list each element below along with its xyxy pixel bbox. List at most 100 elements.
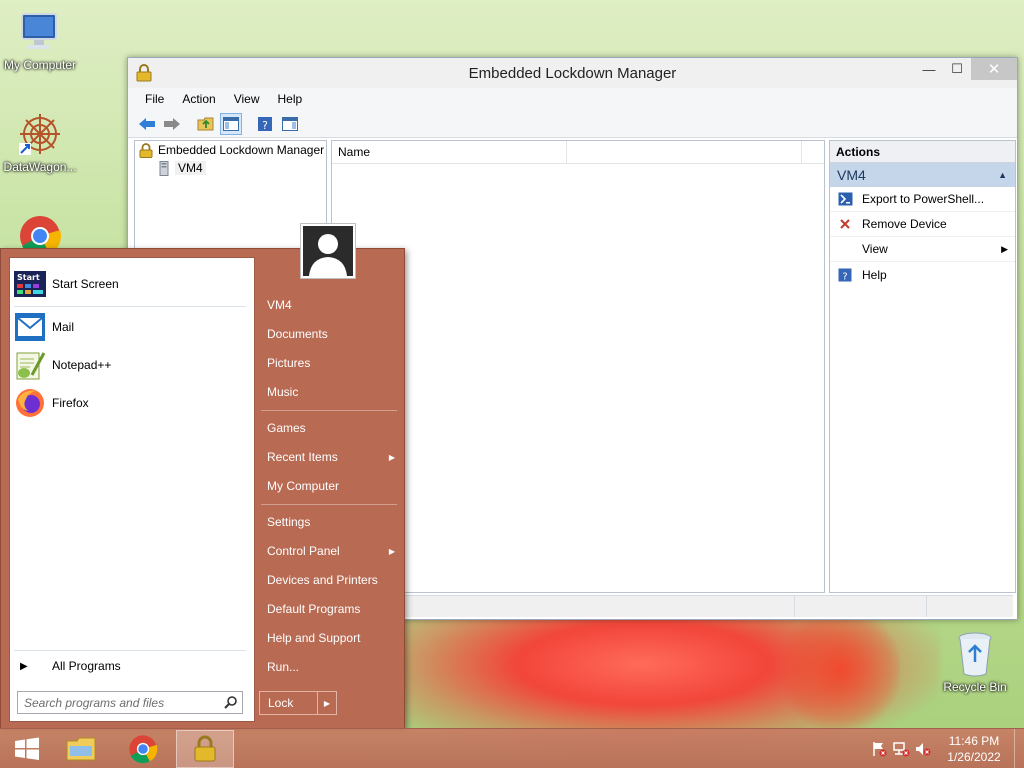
start-menu: Start Start Screen Mail Notepad++ Firefo… [0,248,405,730]
all-programs-button[interactable]: ▶ All Programs [14,654,250,678]
desktop-icon-datawagon[interactable]: DataWagon... [0,110,80,174]
search-programs-input[interactable]: Search programs and files [17,691,243,714]
action-view[interactable]: View ▶ [830,237,1015,262]
clock-time: 11:46 PM [948,734,1000,748]
datawagon-icon [16,110,64,158]
start-item-start-screen[interactable]: Start Start Screen [14,266,250,302]
link-label: Recent Items [267,450,338,464]
start-item-mail[interactable]: Mail [14,309,250,345]
desktop-icon-label: DataWagon... [3,160,77,174]
link-label: My Computer [267,479,340,493]
volume-muted-icon[interactable] [912,738,934,760]
link-label: Default Programs [267,602,361,616]
status-segment [795,596,928,617]
menu-file[interactable]: File [136,92,173,106]
start-link-devices-printers[interactable]: Devices and Printers [267,570,399,590]
network-icon[interactable] [890,738,912,760]
menu-action[interactable]: Action [173,92,224,106]
desktop-icon-my-computer[interactable]: My Computer [0,8,80,72]
column-header-name[interactable]: Name [332,141,567,163]
device-icon [159,160,169,176]
tree-root-label: Embedded Lockdown Manager [158,143,325,157]
menu-view[interactable]: View [225,92,269,106]
start-button[interactable] [0,730,54,768]
submenu-arrow-icon: ▶ [388,452,395,462]
back-button[interactable] [136,113,158,135]
forward-button[interactable] [161,113,183,135]
computer-icon [16,8,64,56]
desktop-icon-recycle-bin[interactable]: Recycle Bin [935,630,1015,694]
maximize-icon: ☐ [951,61,963,76]
start-link-default-programs[interactable]: Default Programs [267,599,399,619]
notepadpp-icon [14,349,46,381]
start-link-settings[interactable]: Settings [267,512,399,532]
column-header-blank[interactable] [567,141,802,163]
lock-icon [194,735,216,762]
menu-help[interactable]: Help [269,92,312,106]
link-label: Devices and Printers [267,573,378,587]
start-link-my-computer[interactable]: My Computer [267,476,399,496]
menu-bar: File Action View Help [128,88,1017,110]
tree-item-label: VM4 [175,161,206,175]
show-hide-action-pane-button[interactable] [279,113,301,135]
start-link-music[interactable]: Music [267,382,399,402]
start-item-notepadpp[interactable]: Notepad++ [14,347,250,383]
up-folder-button[interactable] [195,113,217,135]
divider [261,410,397,411]
remove-x-icon [836,216,854,232]
action-pane-icon [282,116,298,131]
divider [261,504,397,505]
action-label: Help [862,267,887,282]
lock-button[interactable]: Lock [260,692,318,714]
action-remove-device[interactable]: Remove Device [830,212,1015,237]
start-link-games[interactable]: Games [267,418,399,438]
tree-root-item[interactable]: Embedded Lockdown Manager [135,141,326,159]
start-link-control-panel[interactable]: Control Panel ▶ [267,541,399,561]
taskbar-lockdown-manager[interactable] [176,730,234,768]
show-desktop-button[interactable] [1014,729,1024,768]
folder-up-icon [197,117,214,130]
forward-arrow-icon [164,117,180,130]
minimize-button[interactable]: — [915,58,943,80]
lock-label: Lock [268,696,294,710]
toolbar: ? [128,110,1017,138]
divider [14,306,246,307]
svg-text:Start: Start [17,273,40,282]
close-button[interactable]: ✕ [971,58,1017,80]
start-link-documents[interactable]: Documents [267,324,399,344]
start-link-help-support[interactable]: Help and Support [267,628,399,648]
action-export-powershell[interactable]: Export to PowerShell... [830,187,1015,212]
help-toolbar-button[interactable]: ? [254,113,276,135]
action-help[interactable]: ? Help [830,262,1015,287]
powershell-icon [836,191,854,207]
recycle-bin-icon [951,630,999,678]
actions-section-vm4[interactable]: VM4 ▲ [830,163,1015,187]
start-item-label: Firefox [52,396,89,410]
show-hide-tree-button[interactable] [220,112,242,135]
start-item-firefox[interactable]: Firefox [14,385,250,421]
taskbar-clock[interactable]: 11:46 PM 1/26/2022 [934,733,1014,765]
window-titlebar[interactable]: Embedded Lockdown Manager — ☐ ✕ [128,58,1017,88]
taskbar-file-explorer[interactable] [54,730,108,768]
lock-options-button[interactable]: ▶ [318,692,336,714]
console-tree-icon [223,116,239,131]
start-link-recent-items[interactable]: Recent Items ▶ [267,447,399,467]
taskbar-chrome[interactable] [116,730,170,768]
tree-item-vm4[interactable]: VM4 [135,159,326,177]
window-title: Embedded Lockdown Manager [468,64,677,82]
folder-icon [66,737,96,761]
user-picture[interactable] [300,223,356,279]
start-screen-icon: Start [14,268,46,300]
link-label: Music [267,385,299,399]
start-menu-programs-pane: Start Start Screen Mail Notepad++ Firefo… [9,257,255,722]
lock-icon [136,64,152,85]
maximize-button[interactable]: ☐ [943,58,971,80]
link-label: Settings [267,515,311,529]
link-label: VM4 [267,298,292,312]
search-icon[interactable] [224,695,238,712]
start-link-pictures[interactable]: Pictures [267,353,399,373]
start-link-run[interactable]: Run... [267,657,399,677]
action-center-flag-icon[interactable] [868,738,890,760]
link-label: Games [267,421,306,435]
start-link-user[interactable]: VM4 [267,295,399,315]
